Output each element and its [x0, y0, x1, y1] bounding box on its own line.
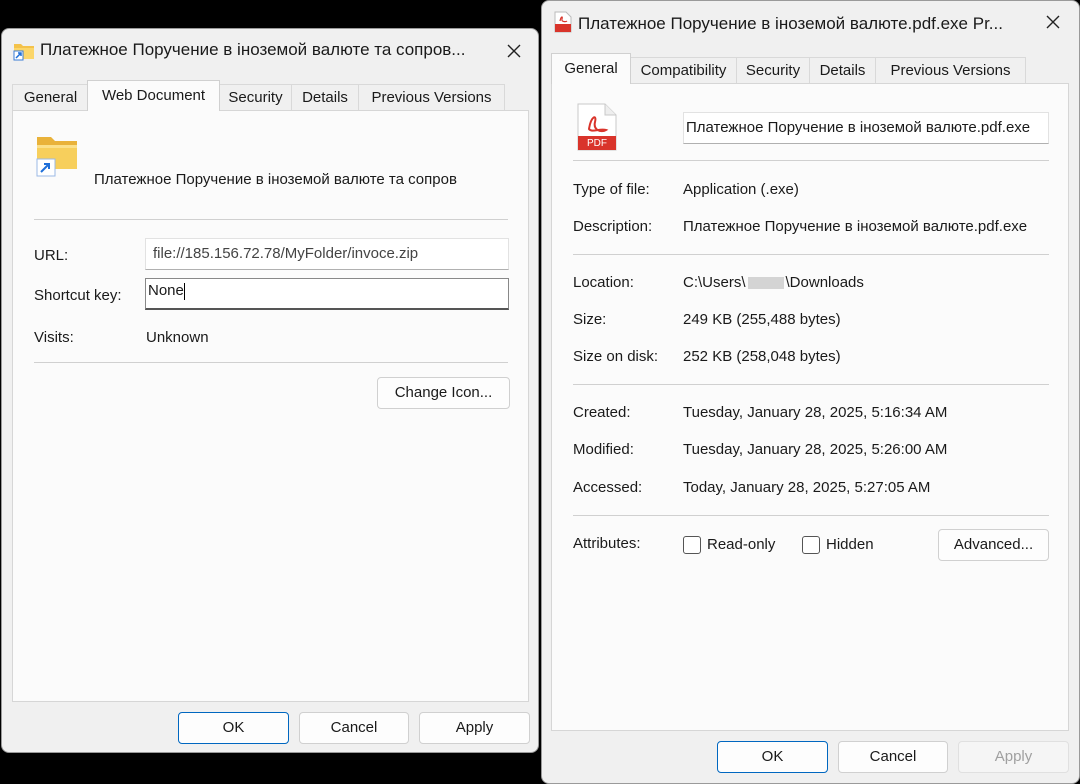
tab-details[interactable]: Details	[291, 84, 359, 110]
tab-web-document[interactable]: Web Document	[87, 80, 220, 111]
apply-button[interactable]: Apply	[419, 712, 530, 744]
tab-previous-versions[interactable]: Previous Versions	[358, 84, 505, 110]
visits-value: Unknown	[146, 329, 209, 346]
tab-panel: PDF Платежное Поручение в іноземой валют…	[551, 83, 1069, 731]
url-field[interactable]: file://185.156.72.78/MyFolder/invoce.zip	[145, 238, 509, 270]
accessed-value: Today, January 28, 2025, 5:27:05 AM	[683, 479, 931, 496]
shortcut-key-value: None	[148, 282, 184, 299]
tab-security[interactable]: Security	[736, 57, 810, 83]
filename-field[interactable]: Платежное Поручение в іноземой валюте.pd…	[683, 112, 1049, 144]
right-title-bar[interactable]: Платежное Поручение в іноземой валюте.pd…	[542, 1, 1079, 45]
created-label: Created:	[573, 404, 631, 421]
tab-general[interactable]: General	[12, 84, 89, 110]
close-icon[interactable]	[1038, 7, 1068, 37]
location-suffix: \Downloads	[785, 274, 864, 291]
divider	[573, 254, 1049, 255]
shortcut-key-field[interactable]: None	[145, 278, 509, 310]
divider	[573, 384, 1049, 385]
text-caret	[183, 282, 185, 300]
shortcut-key-label: Shortcut key:	[34, 287, 122, 304]
ok-button[interactable]: OK	[717, 741, 828, 773]
ok-button[interactable]: OK	[178, 712, 289, 744]
apply-button: Apply	[958, 741, 1069, 773]
modified-label: Modified:	[573, 441, 634, 458]
accessed-label: Accessed:	[573, 479, 643, 496]
redacted-username	[747, 277, 784, 290]
cancel-button[interactable]: Cancel	[299, 712, 409, 744]
folder-shortcut-icon	[13, 41, 35, 61]
window-title: Платежное Поручение в іноземой валюте.pd…	[578, 14, 1003, 33]
window-title: Платежное Поручение в іноземой валюте та…	[40, 40, 466, 59]
left-properties-dialog: Платежное Поручение в іноземой валюте та…	[1, 28, 539, 753]
tab-previous-versions[interactable]: Previous Versions	[875, 57, 1026, 83]
pdf-icon-label: PDF	[587, 138, 607, 149]
size-label: Size:	[573, 311, 607, 328]
pdf-file-icon	[554, 11, 572, 33]
divider	[34, 362, 508, 363]
size-on-disk-label: Size on disk:	[573, 348, 659, 365]
tab-panel: Платежное Поручение в іноземой валюте та…	[12, 110, 529, 702]
folder-icon	[35, 133, 81, 177]
location-label: Location:	[573, 274, 634, 291]
divider	[34, 219, 508, 220]
hidden-label[interactable]: Hidden	[826, 536, 874, 553]
advanced-button[interactable]: Advanced...	[938, 529, 1049, 561]
created-value: Tuesday, January 28, 2025, 5:16:34 AM	[683, 404, 948, 421]
description-label: Description:	[573, 218, 653, 235]
type-label: Type of file:	[573, 181, 650, 198]
left-title-bar[interactable]: Платежное Поручение в іноземой валюте та…	[2, 29, 538, 73]
tab-details[interactable]: Details	[809, 57, 876, 83]
readonly-label[interactable]: Read-only	[707, 536, 775, 553]
hidden-checkbox[interactable]	[802, 536, 820, 554]
visits-label: Visits:	[34, 329, 74, 346]
attributes-label: Attributes:	[573, 535, 641, 552]
pdf-large-icon: PDF	[576, 102, 618, 152]
shortcut-name: Платежное Поручение в іноземой валюте та…	[94, 171, 457, 188]
divider	[573, 160, 1049, 161]
modified-value: Tuesday, January 28, 2025, 5:26:00 AM	[683, 441, 948, 458]
url-label: URL:	[34, 247, 69, 264]
size-on-disk-value: 252 KB (258,048 bytes)	[683, 348, 841, 365]
type-value: Application (.exe)	[683, 181, 799, 198]
tab-compatibility[interactable]: Compatibility	[630, 57, 737, 83]
tab-general[interactable]: General	[551, 53, 631, 84]
divider	[573, 515, 1049, 516]
readonly-checkbox[interactable]	[683, 536, 701, 554]
location-prefix: C:\Users\	[683, 274, 746, 291]
right-properties-dialog: Платежное Поручение в іноземой валюте.pd…	[541, 0, 1080, 784]
description-value: Платежное Поручение в іноземой валюте.pd…	[683, 218, 1028, 235]
tab-security[interactable]: Security	[219, 84, 292, 110]
location-value: C:\Users\ \Downloads	[683, 274, 864, 291]
cancel-button[interactable]: Cancel	[838, 741, 948, 773]
size-value: 249 KB (255,488 bytes)	[683, 311, 841, 328]
close-icon[interactable]	[499, 36, 529, 66]
change-icon-button[interactable]: Change Icon...	[377, 377, 510, 409]
